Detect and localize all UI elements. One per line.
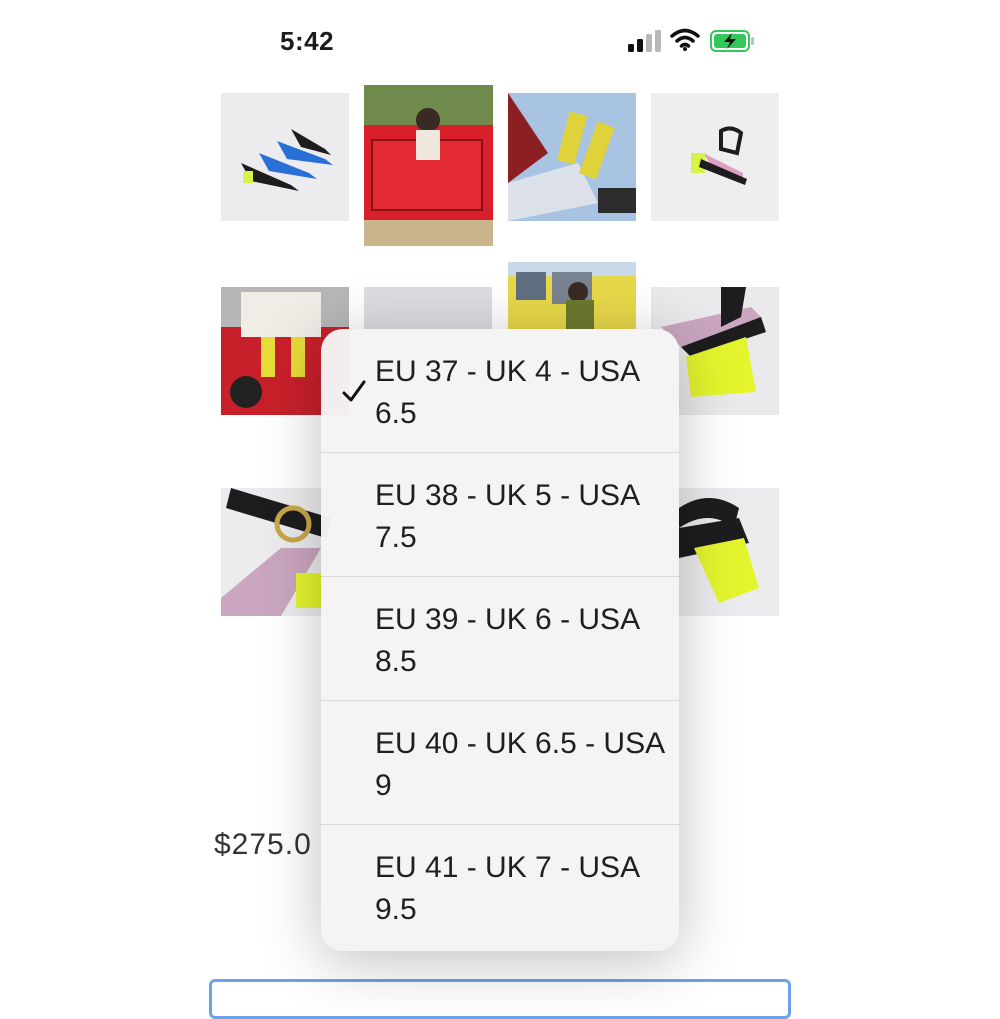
gallery-image-3[interactable]	[508, 93, 636, 221]
size-option-label: EU 40 - UK 6.5 - USA 9	[375, 727, 664, 802]
gallery-image-6[interactable]	[364, 287, 492, 329]
size-select-field[interactable]	[209, 979, 791, 1019]
single-sandal-photo	[651, 93, 779, 221]
gallery-image-1[interactable]	[221, 93, 349, 221]
size-option-label: EU 39 - UK 6 - USA 8.5	[375, 603, 639, 678]
size-option-eu41[interactable]: EU 41 - UK 7 - USA 9.5	[321, 825, 679, 949]
size-option-label: EU 41 - UK 7 - USA 9.5	[375, 851, 639, 926]
status-icons	[628, 28, 758, 58]
size-option-label: EU 37 - UK 4 - USA 6.5	[375, 355, 639, 430]
placeholder-photo	[364, 287, 492, 329]
status-bar: 5:42	[0, 0, 1000, 80]
size-option-eu40[interactable]: EU 40 - UK 6.5 - USA 9	[321, 701, 679, 825]
wifi-icon	[670, 28, 700, 51]
gallery-image-4[interactable]	[651, 93, 779, 221]
sandals-pair-photo	[221, 93, 349, 221]
heel-side-photo	[679, 488, 779, 616]
size-option-eu38[interactable]: EU 38 - UK 5 - USA 7.5	[321, 453, 679, 577]
gallery-image-2[interactable]	[364, 85, 493, 246]
status-time: 5:42	[280, 26, 335, 56]
yellow-car-photo	[508, 262, 636, 329]
red-car-photo	[364, 85, 493, 246]
legs-in-car-photo	[508, 93, 636, 221]
battery-charging-icon	[710, 30, 754, 52]
checkmark-icon	[342, 380, 366, 402]
signal-icon	[628, 30, 661, 52]
product-price: $275.0	[214, 828, 312, 861]
gallery-image-7[interactable]	[508, 262, 636, 329]
gallery-image-10[interactable]	[679, 488, 779, 616]
size-dropdown-menu[interactable]: EU 37 - UK 4 - USA 6.5 EU 38 - UK 5 - US…	[321, 329, 679, 951]
size-option-eu37[interactable]: EU 37 - UK 4 - USA 6.5	[321, 329, 679, 453]
size-option-label: EU 38 - UK 5 - USA 7.5	[375, 479, 639, 554]
size-option-eu39[interactable]: EU 39 - UK 6 - USA 8.5	[321, 577, 679, 701]
